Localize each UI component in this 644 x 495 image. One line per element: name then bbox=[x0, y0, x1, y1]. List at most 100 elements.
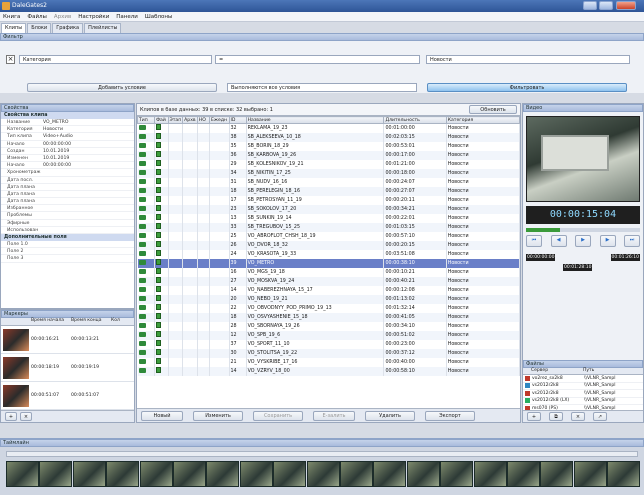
clips-col-header[interactable]: Категория bbox=[445, 116, 521, 124]
clip-row[interactable]: 38 SB_ALEKSEEVA_10_18 00:02:03:15 Новост… bbox=[137, 133, 521, 142]
property-row[interactable]: Эфирные bbox=[1, 220, 134, 227]
clip-row[interactable]: 26 VO_DVOR_18_32 00:00:20:15 Новости bbox=[137, 241, 521, 250]
close-button[interactable] bbox=[616, 1, 636, 10]
property-row[interactable]: Хронометраж bbox=[1, 169, 134, 177]
timeline-thumbnail[interactable] bbox=[173, 461, 206, 487]
clip-row[interactable]: 18 SB_PERELEGIN_18_16 00:00:27:07 Новост… bbox=[137, 187, 521, 196]
next-clip-icon[interactable]: ⏭ bbox=[624, 235, 640, 247]
delete-marker-button[interactable]: × bbox=[20, 412, 32, 421]
clips-col-header[interactable]: ID bbox=[228, 116, 247, 124]
property-value[interactable] bbox=[43, 169, 134, 175]
property-row[interactable]: Дата плана bbox=[1, 191, 134, 199]
marker-row[interactable]: 00:00:16:21 00:00:13:21 bbox=[1, 326, 134, 354]
property-value[interactable]: Video+Audio bbox=[43, 133, 134, 139]
property-value[interactable]: 00:00:00:00 bbox=[43, 141, 134, 147]
timeline-thumbnail[interactable] bbox=[206, 461, 240, 487]
clips-col-header[interactable]: Ежедн bbox=[208, 116, 230, 124]
timeline-thumbnail[interactable] bbox=[473, 461, 507, 487]
clip-row[interactable]: 14 VO_VZRYV_18_00 00:00:58:10 Новости bbox=[137, 367, 521, 376]
property-row[interactable]: Дата посл. bbox=[1, 177, 134, 184]
clip-row[interactable]: 28 VO_SBORNAYA_19_26 00:00:34:10 Новости bbox=[137, 322, 521, 331]
timeline-thumbnail[interactable] bbox=[139, 461, 173, 487]
prev-clip-icon[interactable]: ⏮ bbox=[526, 235, 542, 247]
clip-row[interactable]: 34 SB_NIKITIN_17_25 00:00:18:00 Новости bbox=[137, 169, 521, 178]
clip-row[interactable]: 14 VO_NABEREZHNAYA_15_17 00:00:12:08 Нов… bbox=[137, 286, 521, 295]
property-value[interactable]: Новости bbox=[43, 126, 134, 132]
clip-row[interactable]: 16 VO_MGS_19_18 00:00:10:21 Новости bbox=[137, 268, 521, 277]
menu-item-book[interactable]: Книга bbox=[3, 14, 20, 20]
open-file-button[interactable]: ↗ bbox=[593, 412, 607, 421]
timeline-thumbnail[interactable] bbox=[6, 461, 39, 487]
timeline-thumbnail[interactable] bbox=[406, 461, 440, 487]
clip-row[interactable]: 29 SB_KOLESNIKOV_19_21 00:01:21:00 Новос… bbox=[137, 160, 521, 169]
clip-row[interactable]: 22 VO_OBVODNYY_POD_PRIMO_19_13 00:01:32:… bbox=[137, 304, 521, 313]
property-value[interactable]: 10.01.2019 bbox=[43, 155, 134, 161]
clips-col-header[interactable]: НО bbox=[196, 116, 210, 124]
property-row[interactable]: Начало 00:00:00:00 bbox=[1, 141, 134, 148]
property-value[interactable] bbox=[43, 191, 134, 197]
clips-col-header[interactable]: Тип bbox=[136, 116, 156, 124]
clip-row[interactable]: 24 VO_KRASOTA_19_33 00:03:51:08 Новости bbox=[137, 250, 521, 259]
refresh-button[interactable]: Обновить bbox=[469, 105, 517, 114]
remove-condition-icon[interactable]: × bbox=[6, 55, 15, 64]
property-row[interactable]: Изменен 10.01.2019 bbox=[1, 155, 134, 163]
property-value[interactable] bbox=[43, 220, 134, 226]
tab-graphics[interactable]: Графика bbox=[52, 23, 84, 33]
timeline-thumbnail[interactable] bbox=[573, 461, 607, 487]
clip-row[interactable]: 35 SB_BORIN_18_29 00:00:53:01 Новости bbox=[137, 142, 521, 151]
clip-row[interactable]: 12 VO_SPB_19_6 00:00:51:02 Новости bbox=[137, 331, 521, 340]
timeline-thumbnail[interactable] bbox=[306, 461, 340, 487]
timeline-thumbnail[interactable] bbox=[340, 461, 373, 487]
add-file-button[interactable]: + bbox=[527, 412, 541, 421]
clip-row[interactable]: 17 SB_PETROSYAN_11_19 00:00:20:11 Новост… bbox=[137, 196, 521, 205]
clips-col-header[interactable]: Название bbox=[245, 116, 385, 124]
timeline-thumbnail[interactable] bbox=[106, 461, 140, 487]
extra-field-row[interactable]: Поле 3 bbox=[1, 255, 134, 263]
property-row[interactable]: Начало 00:00:00:00 bbox=[1, 162, 134, 170]
clip-row[interactable]: 20 VO_NEBO_19_21 00:01:13:02 Новости bbox=[137, 295, 521, 304]
new-clip-button[interactable]: Новый bbox=[141, 410, 183, 421]
timeline-ruler[interactable] bbox=[6, 451, 638, 457]
delete-clip-button[interactable]: Удалить bbox=[365, 410, 415, 421]
clip-row[interactable]: 21 VO_VYSKRIBE_17_16 00:00:40:00 Новости bbox=[137, 358, 521, 367]
file-row[interactable]: vs2012r2k8 (LX) \\VLNR_Sampl bbox=[523, 398, 643, 405]
upload-clip-button[interactable]: Е-залить bbox=[313, 410, 355, 421]
save-clip-button[interactable]: Сохранить bbox=[253, 410, 303, 421]
timeline-thumbnail[interactable] bbox=[239, 461, 273, 487]
apply-filter-button[interactable]: Фильтровать bbox=[427, 83, 627, 92]
property-row[interactable]: Использован bbox=[1, 227, 134, 234]
clip-row[interactable]: 32 REKLAMA_19_23 00:01:00:00 Новости bbox=[137, 123, 521, 133]
clip-row[interactable]: 13 SB_SUNKIN_19_14 00:00:22:01 Новости bbox=[137, 214, 521, 223]
file-row[interactable]: vs2012r2k8 \\VLNR_Sampl bbox=[523, 390, 643, 398]
property-row[interactable]: Дата плана bbox=[1, 184, 134, 191]
filter-operator-select[interactable]: = bbox=[215, 55, 420, 64]
menu-item-panels[interactable]: Панели bbox=[116, 14, 138, 20]
filter-mode-select[interactable]: Выполняются все условия bbox=[227, 83, 417, 92]
property-value[interactable]: VO_METRO bbox=[43, 119, 134, 125]
menu-item-templates[interactable]: Шаблоны bbox=[145, 14, 172, 20]
property-row[interactable]: Проблемы bbox=[1, 212, 134, 220]
clips-col-header[interactable]: Фай bbox=[154, 116, 169, 124]
property-row[interactable]: Избранное bbox=[1, 205, 134, 213]
clip-row[interactable]: 27 VO_MOSKVA_19_24 00:00:40:21 Новости bbox=[137, 277, 521, 286]
property-value[interactable] bbox=[43, 205, 134, 211]
menu-item-archive[interactable]: Архив bbox=[54, 14, 71, 20]
property-value[interactable]: 00:00:00:00 bbox=[43, 162, 134, 168]
minimize-button[interactable] bbox=[583, 1, 597, 10]
clip-row[interactable]: 31 SB_NUDV_16_16 00:00:24:07 Новости bbox=[137, 178, 521, 187]
tab-clips[interactable]: Клипы bbox=[1, 23, 27, 33]
filter-field-select[interactable]: Категория bbox=[19, 55, 212, 64]
property-row[interactable]: Дата плана bbox=[1, 198, 134, 206]
timeline-thumbnail[interactable] bbox=[507, 461, 540, 487]
timeline-thumbnail[interactable] bbox=[440, 461, 474, 487]
step-back-icon[interactable]: ◀ bbox=[550, 235, 567, 247]
marker-row[interactable]: 00:00:18:19 00:00:19:19 bbox=[1, 354, 134, 382]
menu-item-files[interactable]: Файлы bbox=[27, 14, 47, 20]
add-condition-button[interactable]: Добавить условие bbox=[27, 83, 217, 92]
property-row[interactable]: Создан 10.01.2019 bbox=[1, 148, 134, 155]
marker-row[interactable]: 00:00:51:07 00:00:51:07 bbox=[1, 382, 134, 410]
property-row[interactable]: Категория Новости bbox=[1, 126, 134, 134]
property-value[interactable]: 10.01.2019 bbox=[43, 148, 134, 154]
clip-row[interactable]: 25 VO_ABROFLOT_CHSH_18_19 00:00:57:10 Но… bbox=[137, 232, 521, 241]
filter-value-select[interactable]: Новости bbox=[426, 55, 630, 64]
